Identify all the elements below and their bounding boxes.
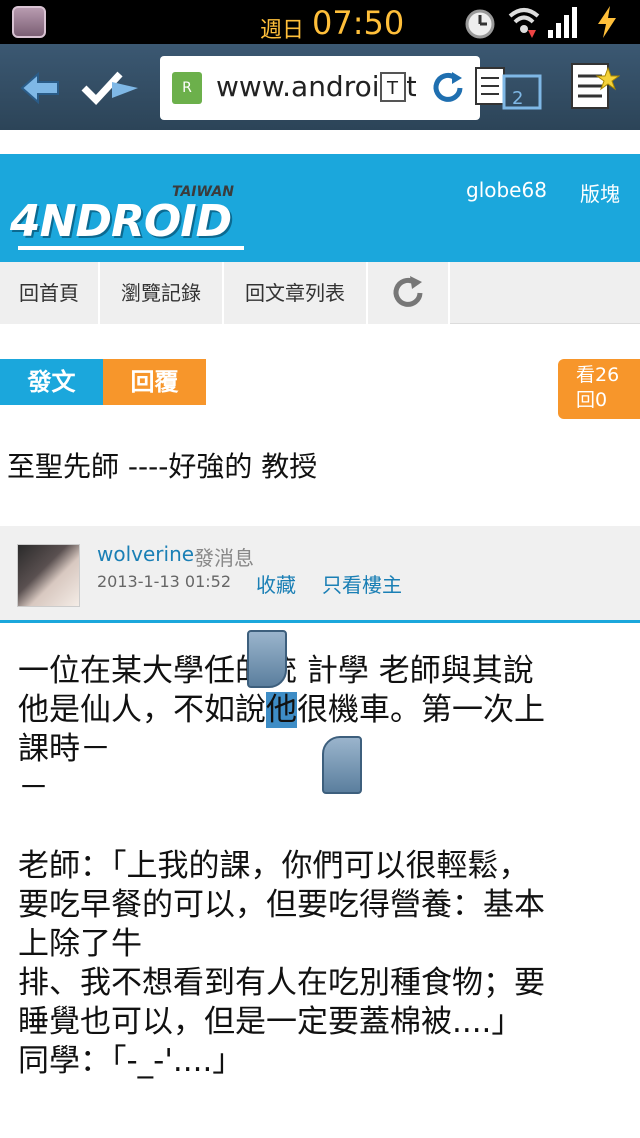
owner-only-link[interactable]: 只看樓主 — [322, 569, 402, 598]
send-message-link[interactable]: 發消息 — [194, 542, 254, 571]
tab-count: 2 — [512, 88, 523, 109]
page-gap — [0, 130, 640, 154]
author-name[interactable]: wolverine — [97, 542, 194, 566]
post-button[interactable]: 發文 — [0, 359, 103, 405]
tabs-icon[interactable]: 2 — [474, 62, 544, 116]
refresh-icon[interactable] — [430, 70, 466, 106]
post-text: 一位在某大學任 — [18, 653, 235, 689]
site-header: TAIWAN 4NDROID globe68 版塊 — [0, 154, 640, 262]
reply-button[interactable]: 回覆 — [103, 359, 206, 405]
forum-link[interactable]: 版塊 — [580, 178, 620, 207]
signal-icon — [548, 7, 577, 38]
nav-tabs: 回首頁 瀏覽記錄 回文章列表 — [0, 262, 640, 324]
tab-refresh[interactable] — [368, 262, 450, 324]
status-weekday: 週日 — [260, 18, 305, 43]
wifi-icon — [508, 8, 540, 38]
post-text: 他是仙人，不如說 — [18, 692, 266, 728]
svg-text:T: T — [386, 78, 399, 99]
views-count: 看26 — [576, 364, 620, 386]
selected-text[interactable]: 他 — [266, 692, 297, 728]
post-spacer — [18, 808, 628, 847]
post-date: 2013-1-13 01:52 — [97, 572, 231, 591]
site-logo[interactable]: 4NDROID — [10, 196, 232, 247]
logo-underline — [18, 246, 244, 250]
tab-home[interactable]: 回首頁 — [0, 262, 100, 324]
status-time: 07:50 — [312, 4, 405, 42]
reload-icon — [393, 276, 423, 307]
user-link[interactable]: globe68 — [466, 178, 547, 202]
post-paragraph: 老師：「上我的課，你們可以很輕鬆， 要吃早餐的可以，但要吃得營養：基本 上除了牛… — [18, 848, 545, 1079]
alarm-icon — [465, 9, 495, 39]
post-text: 很機車。第一次上 — [297, 692, 545, 728]
status-bar: 週日 07:50 — [0, 0, 640, 44]
thread-title: 至聖先師 ----好強的 教授 — [7, 450, 318, 483]
app-icon — [12, 6, 46, 38]
menu-star-icon[interactable] — [570, 60, 620, 114]
browser-toolbar: R www.android.tw T 2 — [0, 44, 640, 130]
thread-stats-badge: 看26 回0 — [558, 359, 640, 419]
selection-start-handle[interactable] — [247, 630, 287, 688]
post-line: 一位在某大學任的統 計學 老師與其說 — [18, 652, 628, 691]
selection-end-handle[interactable] — [322, 736, 362, 794]
site-favicon: R — [172, 72, 202, 104]
charging-icon — [598, 6, 616, 38]
bookmark-check-icon[interactable] — [80, 64, 142, 112]
post-body: 一位在某大學任的統 計學 老師與其說 他是仙人，不如說他很機車。第一次上 課時－… — [18, 652, 628, 1081]
avatar[interactable] — [17, 544, 80, 607]
back-icon[interactable] — [18, 64, 66, 112]
author-info: wolverine 發消息 2013-1-13 01:52 收藏 只看樓主 — [0, 526, 640, 623]
replies-count: 回0 — [576, 389, 608, 411]
tab-thread-list[interactable]: 回文章列表 — [224, 262, 368, 324]
favorite-link[interactable]: 收藏 — [256, 569, 296, 598]
tab-history[interactable]: 瀏覽記錄 — [100, 262, 224, 324]
post-line: 他是仙人，不如說他很機車。第一次上 — [18, 691, 628, 730]
text-size-icon[interactable]: T — [378, 70, 408, 104]
url-field[interactable]: R www.android.tw T — [160, 56, 480, 120]
